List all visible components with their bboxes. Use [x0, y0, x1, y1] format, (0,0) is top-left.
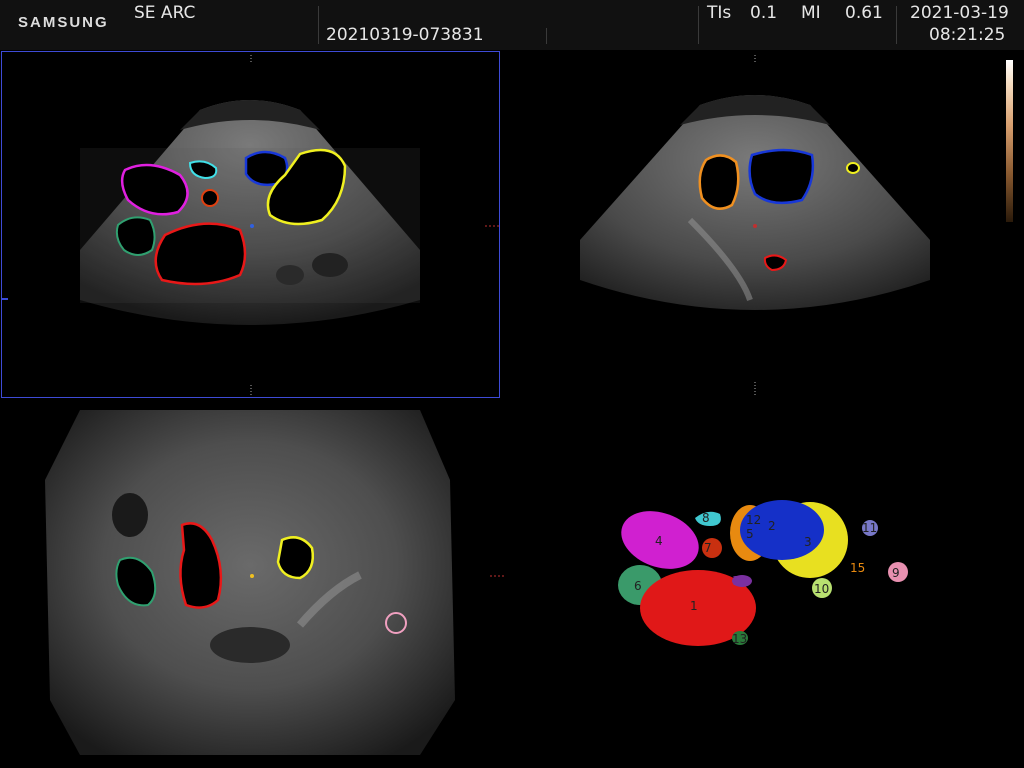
segment-label-3: 3: [804, 535, 812, 549]
segment-label-6: 6: [634, 579, 642, 593]
segment-label-10: 10: [814, 582, 829, 596]
segment-label-13: 13: [732, 632, 747, 646]
exam-date: 2021-03-19: [910, 3, 1009, 23]
header-divider: [546, 28, 547, 44]
segment-label-4: 4: [655, 534, 663, 548]
ultrasound-volume-slice: [45, 410, 455, 755]
segment-label-9: 9: [892, 566, 900, 580]
header-divider: [896, 6, 897, 44]
preset-label: SE ARC: [134, 3, 196, 23]
mi-label: MI: [801, 3, 821, 23]
depth-marker: [2, 298, 8, 300]
contour-red: [154, 222, 247, 286]
mi-value: 0.61: [845, 3, 883, 23]
ultrasound-plane-a[interactable]: [0, 50, 510, 400]
segment-label-1: 1: [690, 599, 698, 613]
segment-label-14: 14: [732, 574, 747, 588]
contour-blue: [748, 148, 815, 205]
segment-label-5: 5: [746, 527, 754, 541]
status-header: SAMSUNG SE ARC 20210319-073831 TIs 0.1 M…: [0, 0, 1024, 50]
study-id: 20210319-073831: [326, 25, 484, 45]
contour-orange: [698, 154, 740, 210]
header-divider: [318, 6, 319, 44]
ultrasound-plane-c[interactable]: [0, 400, 510, 768]
contour-green: [115, 216, 156, 256]
brand-logo: SAMSUNG: [18, 14, 109, 31]
segment-label-15: 15: [850, 561, 865, 575]
tis-label: TIs: [707, 3, 732, 23]
grayscale-map-bar: [1006, 60, 1013, 222]
contour-orange: [201, 189, 219, 207]
exam-time: 08:21:25: [929, 25, 1006, 45]
tis-value: 0.1: [750, 3, 778, 23]
segment-label-12: 12: [746, 513, 761, 527]
contour-yellow: [846, 162, 860, 174]
segment-label-7: 7: [704, 541, 712, 555]
ultrasound-fan: [580, 95, 930, 310]
segment-label-8: 8: [702, 511, 710, 525]
contour-yellow: [276, 536, 314, 580]
volume-render-panel[interactable]: 4 8 6 1 7 12 5 2 3 11 15 9 10 14 13: [510, 400, 1024, 768]
ultrasound-plane-b[interactable]: [510, 50, 1000, 400]
header-divider: [698, 6, 699, 44]
segment-label-11: 11: [862, 521, 877, 535]
segment-label-2: 2: [768, 519, 776, 533]
